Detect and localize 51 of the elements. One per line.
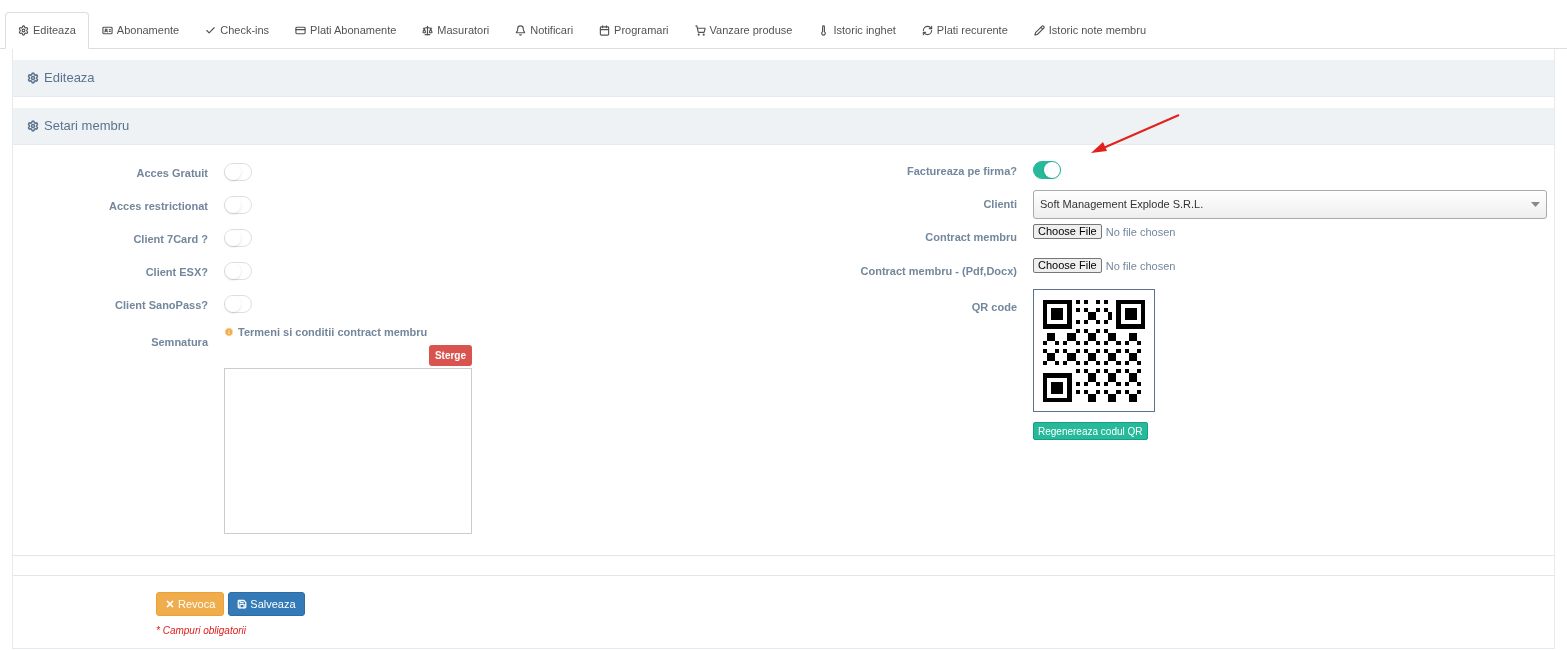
toggle-switch[interactable] — [1033, 160, 1061, 179]
refresh-icon — [921, 25, 933, 36]
choose-file-button[interactable]: Choose File — [1033, 258, 1102, 273]
tab[interactable]: Editeaza — [5, 12, 89, 49]
signature-pad[interactable] — [224, 367, 472, 534]
tab[interactable]: Plati recurente — [908, 12, 1021, 49]
gear-icon — [18, 25, 29, 36]
field-label: Client SanoPass? — [114, 298, 209, 314]
client-select[interactable]: Soft Management Explode S.R.L. — [1033, 189, 1547, 219]
tab[interactable]: Plati Abonamente — [282, 12, 410, 49]
field-label: Contract membru — [924, 230, 1018, 245]
choose-file-button[interactable]: Choose File — [1033, 224, 1102, 239]
field-label: QR code — [970, 300, 1018, 315]
clear-button[interactable]: Sterge — [428, 344, 472, 366]
field-label: Client ESX? — [144, 265, 209, 281]
tab[interactable]: Notificari — [502, 12, 587, 49]
cart-icon — [694, 25, 706, 36]
panel-title: Setari membru — [44, 117, 130, 136]
field-label: Contract membru - (Pdf,Docx) — [859, 264, 1018, 279]
id-card-icon — [101, 25, 113, 36]
field-label: Semnatura — [150, 335, 210, 350]
tab[interactable]: Abonamente — [88, 12, 193, 49]
field-label: Acces Gratuit — [135, 166, 209, 182]
gear-icon — [27, 120, 39, 132]
pencil-icon — [1033, 25, 1045, 36]
calendar-icon — [599, 25, 611, 36]
file-status: No file chosen — [1105, 259, 1176, 274]
check-icon — [205, 25, 217, 36]
save-button[interactable]: Salveaza — [228, 592, 305, 616]
close-icon — [165, 599, 175, 609]
info-text: Termeni si conditii contract membru — [238, 325, 428, 340]
field-label: Factureaza pe firma? — [905, 164, 1018, 180]
caret-icon — [1531, 201, 1540, 207]
file-status: No file chosen — [1105, 225, 1176, 240]
info-icon — [224, 327, 234, 338]
tab[interactable]: Masuratori — [409, 12, 503, 49]
gear-icon — [27, 72, 39, 84]
tab[interactable]: Istoric note membru — [1020, 12, 1159, 49]
qr-code-icon — [1043, 299, 1145, 402]
required-note: * Campuri obligatorii — [156, 624, 248, 638]
tab[interactable]: Check-ins — [192, 12, 283, 49]
panel-title: Editeaza — [44, 69, 95, 88]
field-label: Clienti — [982, 196, 1018, 212]
scale-icon — [422, 25, 434, 36]
tab[interactable]: Vanzare produse — [681, 12, 806, 49]
credit-card-icon — [295, 25, 307, 36]
field-label: Client 7Card ? — [132, 232, 209, 248]
field-label: Acces restrictionat — [107, 199, 209, 215]
tab[interactable]: Programari — [586, 12, 682, 49]
bell-icon — [515, 25, 527, 36]
tab[interactable]: Istoric inghet — [805, 12, 909, 49]
